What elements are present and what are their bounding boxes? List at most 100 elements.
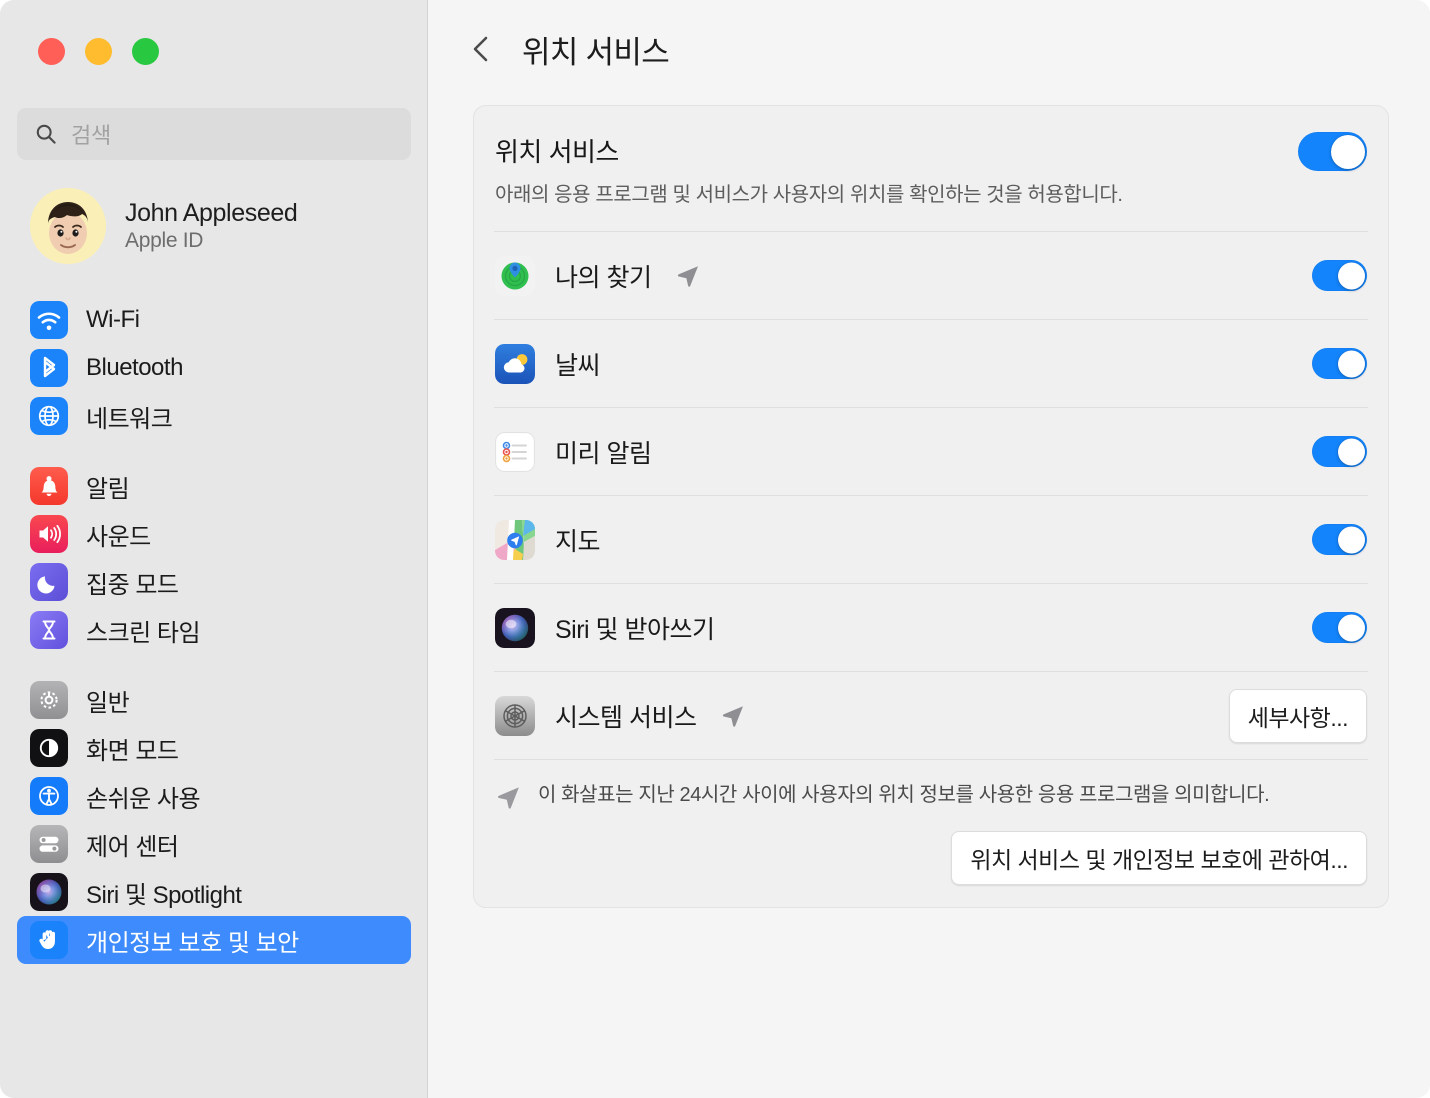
app-name: 지도 <box>555 527 601 556</box>
section-title: 위치 서비스 <box>495 137 619 167</box>
close-button[interactable] <box>38 38 65 65</box>
search-placeholder: 검색 <box>71 123 111 148</box>
toggle-knob <box>1338 438 1365 465</box>
app-toggle[interactable] <box>1312 348 1367 379</box>
weather-icon <box>495 343 535 384</box>
sidebar-item-label: 손쉬운 사용 <box>86 785 201 813</box>
content-pane: 위치 서비스 위치 서비스 아래의 응용 프로그램 및 서비스가 사용자의 위치… <box>428 0 1430 1098</box>
section-subtitle: 아래의 응용 프로그램 및 서비스가 사용자의 위치를 확인하는 것을 허용합니… <box>495 184 1123 206</box>
search-input[interactable]: 검색 <box>17 108 411 160</box>
sidebar-item-label: 개인정보 보호 및 보안 <box>86 929 299 957</box>
sidebar-item-screentime[interactable]: 스크린 타임 <box>17 606 411 654</box>
bluetooth-icon <box>30 349 68 387</box>
accessibility-icon <box>30 777 68 815</box>
sidebar: 검색 John Appleseed Apple ID Wi-Fi Bluetoo… <box>0 0 428 1098</box>
sidebar-item-bluetooth[interactable]: Bluetooth <box>17 344 411 392</box>
sidebar-item-label: 일반 <box>86 689 130 717</box>
system-services-details-button[interactable]: 세부사항... <box>1228 688 1367 743</box>
app-name: 날씨 <box>555 351 601 380</box>
table-row: 지도 <box>492 496 1370 583</box>
table-row: 날씨 <box>492 320 1370 407</box>
sidebar-item-siri-spotlight[interactable]: Siri 및 Spotlight <box>17 868 411 916</box>
sidebar-item-label: 스크린 타임 <box>86 619 201 647</box>
sidebar-item-control-center[interactable]: 제어 센터 <box>17 820 411 868</box>
app-toggle[interactable] <box>1312 612 1367 643</box>
findmy-icon <box>495 255 535 296</box>
location-arrow-icon <box>495 784 522 811</box>
wifi-icon <box>30 301 68 339</box>
sidebar-item-label: 사운드 <box>86 523 151 551</box>
focus-icon <box>30 563 68 601</box>
privacy-hand-icon <box>30 921 68 959</box>
location-arrow-icon <box>675 263 701 289</box>
toggle-knob <box>1330 134 1365 169</box>
page-title: 위치 서비스 <box>522 34 670 70</box>
app-name: 시스템 서비스 <box>555 703 697 732</box>
toggle-knob <box>1338 614 1365 641</box>
window-traffic-lights <box>38 38 159 65</box>
sidebar-item-label: 네트워크 <box>86 405 173 433</box>
app-toggle[interactable] <box>1312 436 1367 467</box>
sidebar-item-general[interactable]: 일반 <box>17 676 411 724</box>
network-icon <box>30 397 68 435</box>
reminders-icon <box>495 431 535 472</box>
sidebar-item-network[interactable]: 네트워크 <box>17 392 411 440</box>
location-services-master-toggle[interactable] <box>1298 132 1367 171</box>
account-row[interactable]: John Appleseed Apple ID <box>30 188 298 264</box>
location-services-header-row: 위치 서비스 아래의 응용 프로그램 및 서비스가 사용자의 위치를 확인하는 … <box>492 106 1370 231</box>
sidebar-item-appearance[interactable]: 화면 모드 <box>17 724 411 772</box>
maps-icon <box>495 519 535 560</box>
chevron-left-icon[interactable] <box>468 32 494 66</box>
sidebar-group-system: 일반 화면 모드 손쉬운 사용 제어 센터 Siri 및 Spotlight 개… <box>17 676 411 964</box>
sidebar-item-focus[interactable]: 집중 모드 <box>17 558 411 606</box>
maximize-button[interactable] <box>132 38 159 65</box>
sidebar-item-label: Bluetooth <box>86 354 183 381</box>
table-row: 시스템 서비스 세부사항... <box>492 672 1370 759</box>
location-services-card: 위치 서비스 아래의 응용 프로그램 및 서비스가 사용자의 위치를 확인하는 … <box>473 105 1389 908</box>
settings-window: 검색 John Appleseed Apple ID Wi-Fi Bluetoo… <box>0 0 1430 1098</box>
sidebar-item-privacy-security[interactable]: 개인정보 보호 및 보안 <box>17 916 411 964</box>
sidebar-item-wifi[interactable]: Wi-Fi <box>17 296 411 344</box>
system-services-icon <box>495 695 535 736</box>
control-center-icon <box>30 825 68 863</box>
sidebar-item-sound[interactable]: 사운드 <box>17 510 411 558</box>
sidebar-item-label: 제어 센터 <box>86 833 179 861</box>
sidebar-nav: Wi-Fi Bluetooth 네트워크 알림 사운드 집중 모드 스크린 타임… <box>17 296 411 964</box>
card-actions: 위치 서비스 및 개인정보 보호에 관하여... <box>492 811 1370 907</box>
location-arrow-icon <box>720 703 746 729</box>
siri-icon <box>495 607 535 648</box>
sidebar-item-label: Wi-Fi <box>86 306 140 333</box>
siri-icon <box>30 873 68 911</box>
footnote-text: 이 화살표는 지난 24시간 사이에 사용자의 위치 정보를 사용한 응용 프로… <box>538 784 1270 806</box>
app-name: Siri 및 받아쓰기 <box>555 615 715 644</box>
sidebar-item-label: Siri 및 Spotlight <box>86 881 242 909</box>
screentime-icon <box>30 611 68 649</box>
account-name: John Appleseed <box>125 199 298 227</box>
account-subtitle: Apple ID <box>125 229 204 252</box>
sidebar-item-label: 화면 모드 <box>86 737 179 765</box>
content-toolbar: 위치 서비스 <box>428 0 1430 98</box>
minimize-button[interactable] <box>85 38 112 65</box>
sidebar-item-accessibility[interactable]: 손쉬운 사용 <box>17 772 411 820</box>
app-toggle[interactable] <box>1312 260 1367 291</box>
sidebar-group-network: Wi-Fi Bluetooth 네트워크 <box>17 296 411 440</box>
toggle-knob <box>1338 526 1365 553</box>
table-row: Siri 및 받아쓰기 <box>492 584 1370 671</box>
avatar <box>30 188 106 264</box>
about-location-privacy-button[interactable]: 위치 서비스 및 개인정보 보호에 관하여... <box>951 831 1367 885</box>
table-row: 미리 알림 <box>492 408 1370 495</box>
sidebar-group-alerts: 알림 사운드 집중 모드 스크린 타임 <box>17 462 411 654</box>
general-icon <box>30 681 68 719</box>
app-toggle[interactable] <box>1312 524 1367 555</box>
location-arrow-footnote: 이 화살표는 지난 24시간 사이에 사용자의 위치 정보를 사용한 응용 프로… <box>492 760 1370 811</box>
table-row: 나의 찾기 <box>492 232 1370 319</box>
toggle-knob <box>1338 262 1365 289</box>
search-icon <box>35 123 57 145</box>
toggle-knob <box>1338 350 1365 377</box>
sidebar-item-label: 집중 모드 <box>86 571 179 599</box>
app-name: 미리 알림 <box>555 439 652 468</box>
notifications-icon <box>30 467 68 505</box>
sidebar-item-notifications[interactable]: 알림 <box>17 462 411 510</box>
sound-icon <box>30 515 68 553</box>
appearance-icon <box>30 729 68 767</box>
